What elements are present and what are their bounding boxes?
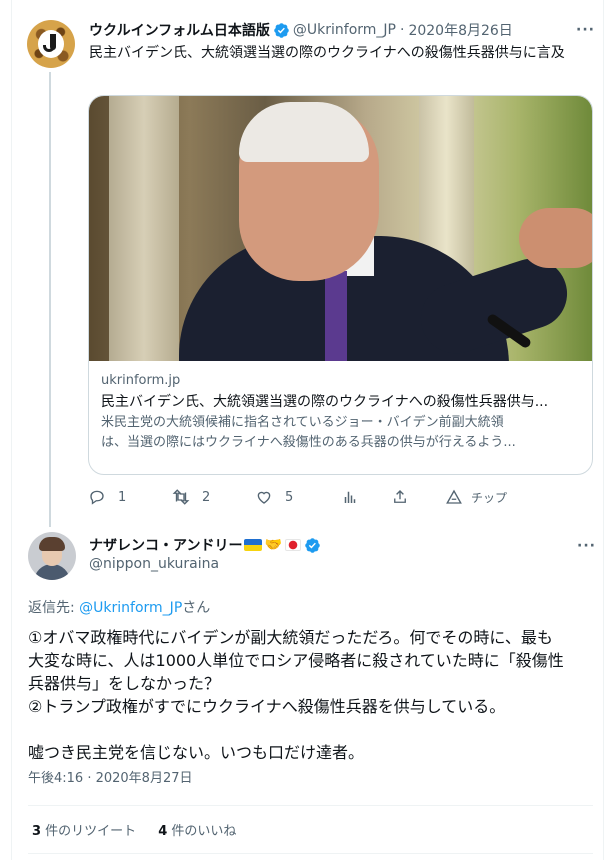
ukraine-flag-icon xyxy=(244,539,263,551)
handshake-icon: 🤝 xyxy=(264,537,282,553)
reply-icon xyxy=(90,490,104,505)
user-handle[interactable]: @nippon_ukuraina xyxy=(89,556,219,572)
display-name[interactable]: ウクルインフォルム日本語版 xyxy=(89,20,270,40)
likes-stat[interactable]: 4 件のいいね xyxy=(158,820,236,839)
ukrinform-logo-icon xyxy=(38,30,64,58)
retweets-count: 3 xyxy=(32,824,42,839)
tweet-date[interactable]: 2020年8月26日 xyxy=(408,20,512,40)
link-card[interactable]: ukrinform.jp 民主バイデン氏、大統領選当選の際のウクライナへの殺傷性… xyxy=(88,95,593,475)
divider xyxy=(28,853,593,854)
tweet-stats: 3 件のリツイート 4 件のいいね xyxy=(32,820,258,839)
card-description-line: 米民主党の大統領候補に指名されているジョー・バイデン前副大統領 xyxy=(101,415,504,430)
tip-label: チップ xyxy=(471,490,508,505)
analytics-icon xyxy=(344,491,356,503)
likes-label: 件のいいね xyxy=(167,824,237,839)
user-handle[interactable]: @Ukrinform_JP xyxy=(293,22,396,38)
tip-button[interactable]: チップ xyxy=(445,488,507,506)
card-title: 民主バイデン氏、大統領選当選の際のウクライナへの殺傷性兵器供与... xyxy=(101,394,549,410)
tweet-author: ナザレンコ・アンドリー 🤝 xyxy=(89,535,324,555)
action-bar: 1 2 5 チップ xyxy=(88,487,518,507)
avatar[interactable] xyxy=(27,20,75,68)
retweet-count: 2 xyxy=(202,489,211,505)
reply-count: 1 xyxy=(118,489,127,505)
right-border xyxy=(603,0,604,860)
tweet-text: 民主バイデン氏、大統領選当選の際のウクライナへの殺傷性兵器供与に言及 xyxy=(89,45,565,61)
japan-flag-icon xyxy=(284,539,301,551)
likes-count: 4 xyxy=(158,824,168,839)
retweets-label: 件のリツイート xyxy=(41,824,137,839)
verified-icon xyxy=(305,537,320,553)
share-button[interactable] xyxy=(391,488,445,506)
tweet-text-line: 嘘つき民主党を信じない。いつも口だけ達者。 xyxy=(28,743,365,762)
analytics-button[interactable] xyxy=(341,488,391,506)
avatar[interactable] xyxy=(28,532,76,580)
more-options-icon[interactable]: ··· xyxy=(576,22,594,38)
card-body: ukrinform.jp 民主バイデン氏、大統領選当選の際のウクライナへの殺傷性… xyxy=(89,361,592,463)
heart-icon xyxy=(257,491,271,504)
card-domain: ukrinform.jp xyxy=(101,373,181,388)
display-name[interactable]: ナザレンコ・アンドリー xyxy=(89,535,242,555)
card-description: 米民主党の大統領候補に指名されているジョー・バイデン前副大統領 は、当選の際には… xyxy=(101,413,580,453)
tweet-text-line: 兵器供与」をしなかった？ xyxy=(28,674,221,693)
like-button[interactable]: 5 xyxy=(255,488,341,506)
reply-handle-link[interactable]: @Ukrinform_JP xyxy=(79,600,182,616)
separator-dot: · xyxy=(399,22,405,38)
tweet-text: ①オバマ政権時代にバイデンが副大統領だっただろ。何でその時に、最も 大変な時に、… xyxy=(28,626,593,764)
retweet-icon xyxy=(172,489,190,505)
tweet-text-line: ②トランプ政権がすでにウクライナへ殺傷性兵器を供与している。 xyxy=(28,697,506,716)
tweet-text-line: 大変な時に、人は1000人単位でロシア侵略者に殺されていた時に「殺傷性 xyxy=(28,651,564,670)
share-icon xyxy=(394,490,406,503)
reply-button[interactable]: 1 xyxy=(88,488,172,506)
reply-context: 返信先: @Ukrinform_JPさん xyxy=(28,597,210,617)
like-count: 5 xyxy=(285,489,294,505)
tip-icon xyxy=(446,489,462,504)
thread-line xyxy=(49,72,51,527)
tweet-header: ウクルインフォルム日本語版 @Ukrinform_JP · 2020年8月26日 xyxy=(89,20,513,40)
tweet-timestamp[interactable]: 午後4:16 · 2020年8月27日 xyxy=(28,767,193,786)
retweet-button[interactable]: 2 xyxy=(172,488,255,506)
reply-prefix: 返信先: xyxy=(28,600,80,616)
left-border xyxy=(11,0,12,860)
card-description-line: は、当選の際にはウクライナへ殺傷性のある兵器の供与が行えるよう... xyxy=(101,435,516,450)
divider xyxy=(28,805,593,806)
reply-suffix: さん xyxy=(182,600,211,616)
verified-icon xyxy=(274,22,289,38)
card-image xyxy=(89,96,592,361)
tweet-text-line: ①オバマ政権時代にバイデンが副大統領だっただろ。何でその時に、最も xyxy=(28,628,553,647)
more-options-icon[interactable]: ··· xyxy=(577,538,596,554)
retweets-stat[interactable]: 3 件のリツイート xyxy=(32,820,136,839)
